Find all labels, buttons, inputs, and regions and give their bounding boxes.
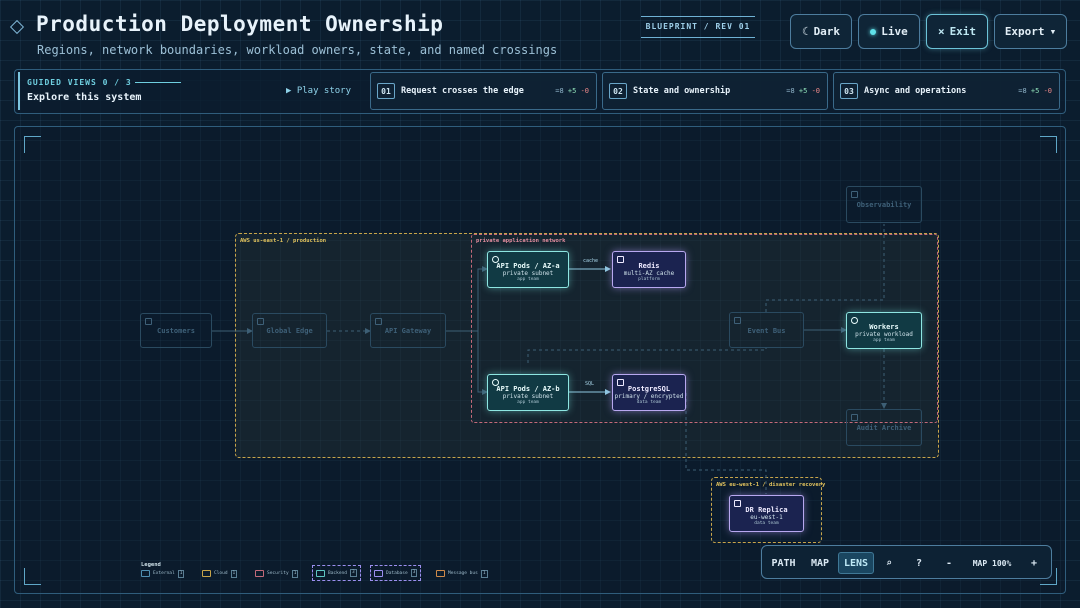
legend-item-backend[interactable]: Backend 3 bbox=[312, 565, 361, 581]
node-title: Redis bbox=[638, 262, 660, 270]
node-api-pods-az-a[interactable]: API Pods / AZ-a private subnet app team bbox=[487, 251, 569, 288]
diagram-connectors bbox=[212, 224, 887, 494]
legend-item-external[interactable]: External 1 bbox=[141, 569, 185, 578]
node-subtitle: primary / encrypted bbox=[614, 393, 684, 400]
edge-db-replica bbox=[685, 393, 767, 494]
archive-icon bbox=[851, 414, 858, 421]
legend-swatch bbox=[374, 569, 383, 577]
node-customers[interactable]: Customers bbox=[140, 313, 212, 348]
edge-label-cache: cache bbox=[583, 258, 599, 264]
pod-icon bbox=[492, 379, 499, 386]
zoom-level: MAP 100% bbox=[972, 558, 1012, 568]
legend-item-message-bus[interactable]: Message bus 1 bbox=[436, 569, 488, 578]
map-mode-button[interactable]: MAP bbox=[804, 552, 836, 574]
node-title: Event Bus bbox=[747, 327, 786, 335]
legend-title: Legend bbox=[141, 562, 161, 568]
node-title: API Pods / AZ-a bbox=[496, 262, 560, 270]
external-icon bbox=[145, 318, 152, 325]
node-owner: app team bbox=[873, 338, 895, 343]
legend-swatch bbox=[255, 570, 264, 577]
legend-count: 1 bbox=[230, 569, 238, 578]
cloud-icon bbox=[257, 318, 264, 325]
node-title: PostgreSQL bbox=[627, 385, 671, 393]
node-owner: app team bbox=[517, 277, 539, 282]
node-subtitle: private subnet bbox=[502, 270, 554, 277]
legend-item-cloud[interactable]: Cloud 1 bbox=[202, 569, 238, 578]
legend-swatch bbox=[202, 570, 211, 577]
edge-bus-observability bbox=[765, 224, 885, 312]
node-global-edge[interactable]: Global Edge bbox=[252, 313, 327, 348]
help-button[interactable]: ? bbox=[910, 552, 928, 574]
bus-icon bbox=[734, 317, 741, 324]
legend-count: 3 bbox=[349, 569, 357, 577]
database-icon bbox=[617, 379, 624, 386]
node-api-pods-az-b[interactable]: API Pods / AZ-b private subnet app team bbox=[487, 374, 569, 411]
legend-swatch bbox=[316, 569, 325, 577]
legend-count: 1 bbox=[480, 569, 488, 578]
edge-gateway-pods-b bbox=[477, 331, 488, 395]
legend-count: 3 bbox=[410, 569, 418, 577]
node-owner: data team bbox=[754, 521, 779, 526]
node-title: Global Edge bbox=[266, 327, 313, 335]
node-subtitle: private subnet bbox=[502, 393, 554, 400]
edge-label-sql: SQL bbox=[585, 381, 595, 387]
legend-swatch bbox=[141, 570, 150, 577]
node-title: Observability bbox=[856, 201, 912, 209]
worker-icon bbox=[851, 317, 858, 324]
node-postgresql[interactable]: PostgreSQL primary / encrypted data team bbox=[612, 374, 686, 411]
node-audit-archive[interactable]: Audit Archive bbox=[846, 409, 922, 446]
legend-label: Backend bbox=[328, 570, 347, 576]
edge-pods-bus bbox=[527, 348, 767, 363]
node-subtitle: multi-AZ cache bbox=[623, 270, 675, 277]
gateway-icon bbox=[375, 318, 382, 325]
node-title: Workers bbox=[869, 323, 899, 331]
pod-icon bbox=[492, 256, 499, 263]
node-redis[interactable]: Redis multi-AZ cache platform bbox=[612, 251, 686, 288]
node-event-bus[interactable]: Event Bus bbox=[729, 312, 804, 348]
legend-item-database[interactable]: Database 3 bbox=[370, 565, 422, 581]
legend-label: External bbox=[153, 571, 175, 576]
monitor-icon bbox=[851, 191, 858, 198]
zoom-out-button[interactable]: - bbox=[940, 552, 958, 574]
zoom-in-button[interactable]: + bbox=[1025, 552, 1043, 574]
node-dr-replica[interactable]: DR Replica eu-west-1 data team bbox=[729, 495, 804, 532]
legend-label: Database bbox=[386, 570, 408, 576]
legend-label: Cloud bbox=[214, 571, 228, 576]
node-workers[interactable]: Workers private workload app team bbox=[846, 312, 922, 349]
node-owner: platform bbox=[638, 277, 660, 282]
node-title: DR Replica bbox=[745, 506, 788, 514]
search-icon[interactable]: ⌕ bbox=[880, 552, 898, 574]
legend-swatch bbox=[436, 570, 445, 577]
legend-label: Security bbox=[267, 571, 289, 576]
legend-item-security[interactable]: Security 1 bbox=[255, 569, 299, 578]
node-subtitle: eu-west-1 bbox=[750, 514, 783, 521]
node-title: API Gateway bbox=[384, 327, 432, 335]
node-owner: data team bbox=[636, 400, 662, 405]
node-owner: app team bbox=[517, 400, 539, 405]
legend-label: Message bus bbox=[448, 571, 478, 576]
node-api-gateway[interactable]: API Gateway bbox=[370, 313, 446, 348]
node-observability[interactable]: Observability bbox=[846, 186, 922, 223]
lens-mode-button[interactable]: LENS bbox=[838, 552, 874, 574]
node-title: Audit Archive bbox=[856, 424, 912, 432]
node-subtitle: private workload bbox=[855, 331, 913, 338]
legend-count: 1 bbox=[291, 569, 299, 578]
node-title: Customers bbox=[157, 327, 195, 335]
legend-count: 1 bbox=[177, 569, 185, 578]
node-title: API Pods / AZ-b bbox=[496, 385, 560, 393]
edge-gateway-pods-a bbox=[470, 266, 488, 332]
path-mode-button[interactable]: PATH bbox=[767, 552, 800, 574]
database-icon bbox=[617, 256, 624, 263]
database-icon bbox=[734, 500, 741, 507]
